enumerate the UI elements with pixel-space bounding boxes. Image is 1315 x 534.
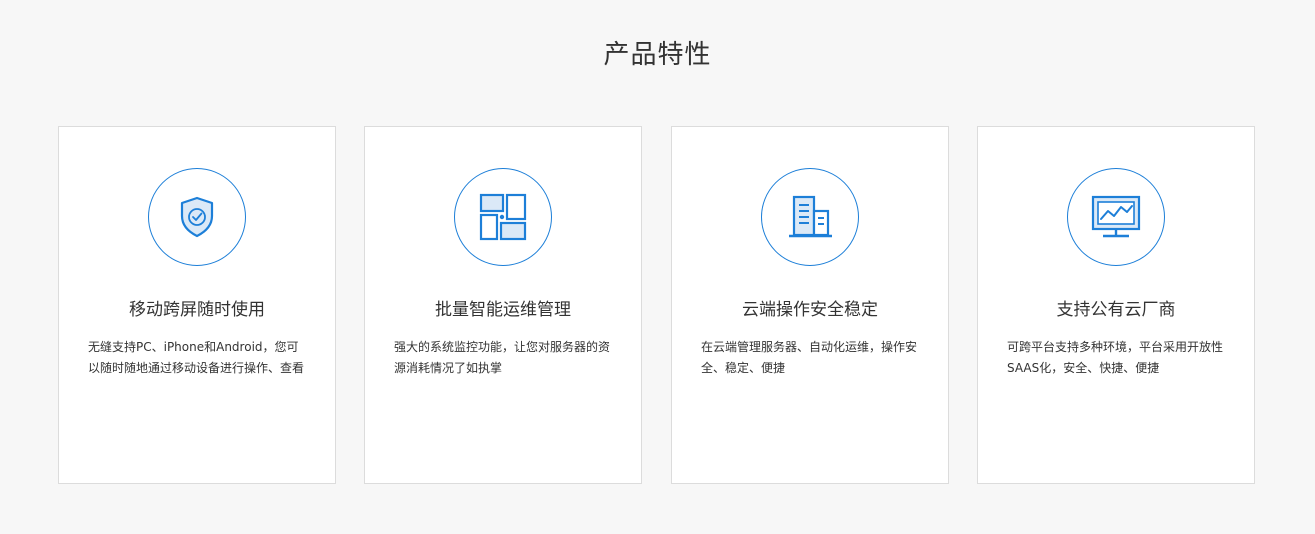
dashboard-grid-icon (454, 168, 552, 266)
feature-title: 云端操作安全稳定 (742, 300, 878, 320)
feature-title: 支持公有云厂商 (1056, 300, 1176, 320)
shield-check-icon (148, 168, 246, 266)
feature-card-mobile: 移动跨屏随时使用 无缝支持PC、iPhone和Android，您可以随时随地通过… (58, 126, 336, 484)
feature-description: 强大的系统监控功能，让您对服务器的资源消耗情况了如执掌 (394, 340, 611, 375)
section-title: 产品特性 (603, 40, 712, 70)
feature-cards: 移动跨屏随时使用 无缝支持PC、iPhone和Android，您可以随时随地通过… (58, 126, 1258, 486)
feature-description: 可跨平台支持多种环境，平台采用开放性SAAS化，安全、快捷、便捷 (1007, 340, 1224, 375)
buildings-icon (761, 168, 859, 266)
feature-title: 移动跨屏随时使用 (129, 300, 265, 320)
feature-card-cloud: 云端操作安全稳定 在云端管理服务器、自动化运维，操作安全、稳定、便捷 (671, 126, 949, 484)
feature-title: 批量智能运维管理 (435, 300, 571, 320)
monitor-chart-icon (1067, 168, 1165, 266)
feature-description: 无缝支持PC、iPhone和Android，您可以随时随地通过移动设备进行操作、… (88, 340, 305, 375)
feature-description: 在云端管理服务器、自动化运维，操作安全、稳定、便捷 (701, 340, 918, 375)
feature-card-public-cloud: 支持公有云厂商 可跨平台支持多种环境，平台采用开放性SAAS化，安全、快捷、便捷 (977, 126, 1255, 484)
feature-card-ops: 批量智能运维管理 强大的系统监控功能，让您对服务器的资源消耗情况了如执掌 (364, 126, 642, 484)
